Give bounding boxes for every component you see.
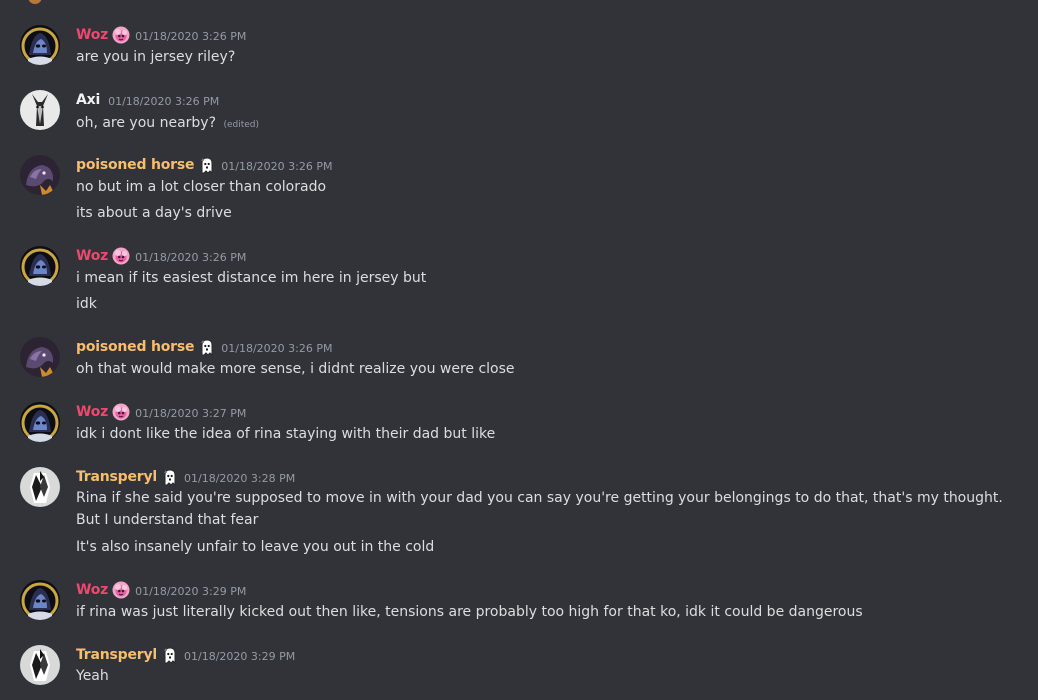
- message-header: Transperyl 01/18/2020 3:28 PM: [76, 467, 295, 487]
- message-header: Axi 01/18/2020 3:26 PM: [76, 90, 219, 110]
- message-header: Woz 01/18/2020 3:27 PM: [76, 402, 246, 422]
- user-avatar-woz[interactable]: [20, 25, 60, 65]
- message-header: Transperyl 01/18/2020 3:29 PM: [76, 645, 295, 665]
- message-text: Rina if she said you're supposed to move…: [76, 490, 1003, 528]
- message-text: i mean if its easiest distance im here i…: [76, 270, 427, 286]
- message-header: Woz 01/18/2020 3:26 PM: [76, 246, 246, 266]
- message-header: poisoned horse 01/18/2020 3:26 PM: [76, 155, 333, 175]
- pink-pony-emoji-icon: [112, 26, 130, 44]
- message-header: Woz 01/18/2020 3:26 PM: [76, 25, 246, 45]
- ghost-emoji-icon: [161, 646, 179, 664]
- message-text: oh that would make more sense, i didnt r…: [76, 361, 515, 377]
- timestamp: 01/18/2020 3:27 PM: [135, 406, 247, 420]
- user-avatar-transperyl[interactable]: [20, 467, 60, 507]
- user-avatar-poisoned-horse[interactable]: [20, 337, 60, 377]
- message-text: oh, are you nearby?: [76, 115, 217, 131]
- message-text: are you in jersey riley?: [76, 49, 236, 65]
- timestamp: 01/18/2020 3:26 PM: [221, 341, 333, 355]
- ghost-emoji-icon: [198, 156, 216, 174]
- username[interactable]: Woz: [76, 248, 108, 264]
- username[interactable]: Transperyl: [76, 647, 157, 663]
- message-text: no but im a lot closer than colorado: [76, 179, 327, 195]
- previous-message-avatar[interactable]: [28, 0, 42, 4]
- edited-marker: (edited): [223, 120, 260, 130]
- timestamp: 01/18/2020 3:28 PM: [184, 471, 296, 485]
- timestamp: 01/18/2020 3:26 PM: [135, 250, 247, 264]
- pink-pony-emoji-icon: [112, 581, 130, 599]
- ghost-emoji-icon: [161, 468, 179, 486]
- username[interactable]: poisoned horse: [76, 157, 194, 173]
- message-text: Yeah: [76, 668, 109, 684]
- timestamp: 01/18/2020 3:29 PM: [135, 584, 247, 598]
- username[interactable]: Woz: [76, 404, 108, 420]
- message-header: Woz 01/18/2020 3:29 PM: [76, 580, 246, 600]
- user-avatar-woz[interactable]: [20, 580, 60, 620]
- user-avatar-poisoned-horse[interactable]: [20, 155, 60, 195]
- chat-messages-list: Woz 01/18/2020 3:26 PM are you in jersey…: [0, 0, 1038, 700]
- username[interactable]: poisoned horse: [76, 339, 194, 355]
- timestamp: 01/18/2020 3:26 PM: [135, 29, 247, 43]
- ghost-emoji-icon: [198, 338, 216, 356]
- timestamp: 01/18/2020 3:26 PM: [108, 94, 220, 108]
- message-text: if rina was just literally kicked out th…: [76, 604, 863, 620]
- message-text: idk i dont like the idea of rina staying…: [76, 426, 496, 442]
- username[interactable]: Transperyl: [76, 469, 157, 485]
- message-text-container: oh, are you nearby? (edited): [76, 112, 1006, 136]
- user-avatar-woz[interactable]: [20, 246, 60, 286]
- user-avatar-transperyl[interactable]: [20, 645, 60, 685]
- message-text: its about a day's drive: [76, 205, 232, 221]
- username[interactable]: Woz: [76, 27, 108, 43]
- username[interactable]: Axi: [76, 92, 100, 108]
- user-avatar-axi[interactable]: [20, 90, 60, 130]
- pink-pony-emoji-icon: [112, 247, 130, 265]
- message-text: It's also insanely unfair to leave you o…: [76, 539, 435, 555]
- message-text: idk: [76, 296, 97, 312]
- message-header: poisoned horse 01/18/2020 3:26 PM: [76, 337, 333, 357]
- username[interactable]: Woz: [76, 582, 108, 598]
- timestamp: 01/18/2020 3:26 PM: [221, 159, 333, 173]
- user-avatar-woz[interactable]: [20, 402, 60, 442]
- pink-pony-emoji-icon: [112, 403, 130, 421]
- timestamp: 01/18/2020 3:29 PM: [184, 649, 296, 663]
